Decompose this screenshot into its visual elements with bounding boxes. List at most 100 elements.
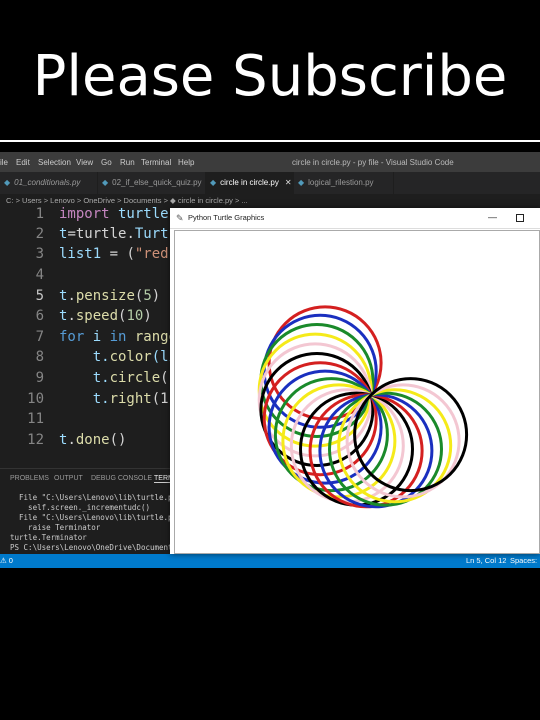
identifier: t. <box>59 370 110 386</box>
code-line-5: t.pensize(5) <box>59 288 160 304</box>
keyword: for <box>59 329 85 345</box>
editor-tabs: ◆ 01_conditionals.py ◆ 02_if_else_quick_qu… <box>0 172 540 194</box>
menu-bar: ile Edit Selection View Go Run Terminal … <box>0 152 540 172</box>
code-text: ) <box>151 288 161 304</box>
menu-edit[interactable]: Edit <box>16 158 30 167</box>
subscribe-banner: Please Subscribe <box>0 0 540 140</box>
code-line-8: t.color(li <box>59 349 177 365</box>
identifier: t. <box>59 391 110 407</box>
tab-label: logical_rilestion.py <box>308 178 374 187</box>
menu-file[interactable]: ile <box>0 158 8 167</box>
function-name: color <box>109 349 152 365</box>
function-name: right <box>109 391 152 407</box>
turtle-title-bar[interactable]: ✎ Python Turtle Graphics — <box>170 208 540 229</box>
line-number: 5 <box>35 288 44 304</box>
terminal-line: self.screen._incrementudc() <box>10 503 150 512</box>
line-number: 12 <box>27 432 44 448</box>
function-name: speed <box>75 308 119 324</box>
tab-circle-in-circle[interactable]: ◆ circle in circle.py ✕ <box>206 172 294 194</box>
turtle-canvas <box>174 230 540 554</box>
identifier: t. <box>59 349 110 365</box>
code-text: . <box>67 432 76 448</box>
function-name: circle <box>109 370 161 386</box>
code-line-1: import turtle <box>59 206 169 222</box>
code-text: ) <box>143 308 152 324</box>
identifier: i <box>84 329 110 345</box>
menu-terminal[interactable]: Terminal <box>141 158 171 167</box>
code-line-10: t.right(1 <box>59 391 169 407</box>
python-file-icon: ◆ <box>210 178 217 187</box>
code-line-3: list1 = ("red <box>59 246 169 262</box>
tab-problems[interactable]: PROBLEMS <box>10 475 49 482</box>
line-number: 8 <box>35 349 44 365</box>
terminal-line: raise Terminator <box>10 523 101 532</box>
code-text: = ( <box>101 246 135 262</box>
menu-go[interactable]: Go <box>101 158 112 167</box>
python-file-icon: ◆ <box>102 178 109 187</box>
feather-icon: ✎ <box>176 213 184 223</box>
turtle-graphics-window: ✎ Python Turtle Graphics — <box>170 208 540 554</box>
code-line-6: t.speed(10) <box>59 308 152 324</box>
keyword: import <box>59 206 110 222</box>
tab-label: circle in circle.py <box>220 178 279 187</box>
terminal-line: File "C:\Users\Lenovo\lib\turtle.py", <box>10 513 187 522</box>
code-line-2: t=turtle.Turt <box>59 226 169 242</box>
minimize-button[interactable]: — <box>488 207 497 227</box>
banner-divider <box>0 140 540 142</box>
tab-output[interactable]: OUTPUT <box>54 475 83 482</box>
code-text: ( <box>160 370 169 386</box>
line-number: 7 <box>35 329 44 345</box>
python-file-icon: ◆ <box>298 178 305 187</box>
line-number: 10 <box>27 391 44 407</box>
terminal-line: PS C:\Users\Lenovo\OneDrive\Documents\py <box>10 543 191 552</box>
window-title: circle in circle.py - py file - Visual S… <box>292 158 454 167</box>
tab-quick-quiz[interactable]: ◆ 02_if_else_quick_quiz.py <box>98 172 206 194</box>
maximize-button[interactable] <box>516 214 524 222</box>
code-text: =turtle. <box>67 226 135 242</box>
python-file-icon: ◆ <box>4 178 11 187</box>
menu-view[interactable]: View <box>76 158 93 167</box>
menu-help[interactable]: Help <box>178 158 194 167</box>
tab-debug-console[interactable]: DEBUG CONSOLE <box>91 475 152 482</box>
string-literal: "red <box>134 246 169 262</box>
terminal-line: File "C:\Users\Lenovo\lib\turtle.py", <box>10 493 187 502</box>
code-text: () <box>109 432 127 448</box>
circle-drawing <box>257 305 469 509</box>
status-cursor-position[interactable]: Ln 5, Col 12 <box>466 554 506 568</box>
tab-logical-question[interactable]: ◆ logical_rilestion.py <box>294 172 394 194</box>
code-text: . <box>67 288 76 304</box>
identifier: turtle <box>109 206 169 222</box>
line-number: 6 <box>35 308 44 324</box>
status-bar: ⚠ 0 Ln 5, Col 12 Spaces: 4 <box>0 554 540 568</box>
number-literal: 10 <box>126 308 144 324</box>
banner-title: Please Subscribe <box>32 44 508 109</box>
line-number: 3 <box>35 246 44 262</box>
close-icon[interactable]: ✕ <box>285 178 292 187</box>
tab-conditionals[interactable]: ◆ 01_conditionals.py <box>0 172 98 194</box>
turtle-window-title: Python Turtle Graphics <box>188 213 265 222</box>
line-number: 11 <box>27 411 44 427</box>
terminal-line: turtle.Terminator <box>10 533 87 542</box>
code-line-12: t.done() <box>59 432 126 448</box>
status-indentation[interactable]: Spaces: 4 <box>510 554 540 568</box>
terminal-output[interactable]: File "C:\Users\Lenovo\lib\turtle.py", se… <box>10 493 191 553</box>
function-name: pensize <box>75 288 135 304</box>
menu-selection[interactable]: Selection <box>38 158 71 167</box>
number-literal: 5 <box>143 288 152 304</box>
line-number: 1 <box>35 206 44 222</box>
status-problems[interactable]: ⚠ 0 <box>0 554 13 568</box>
tab-label: 01_conditionals.py <box>14 178 81 187</box>
code-line-7: for i in range <box>59 329 177 345</box>
line-number: 4 <box>35 267 44 283</box>
identifier: list1 <box>59 246 102 262</box>
function-name: done <box>75 432 110 448</box>
code-text: . <box>67 308 76 324</box>
code-text: (1 <box>151 391 169 407</box>
line-number: 2 <box>35 226 44 242</box>
line-number: 9 <box>35 370 44 386</box>
identifier: Turt <box>134 226 169 242</box>
code-line-9: t.circle( <box>59 370 169 386</box>
tab-label: 02_if_else_quick_quiz.py <box>112 178 202 187</box>
keyword: in <box>109 329 127 345</box>
menu-run[interactable]: Run <box>120 158 135 167</box>
